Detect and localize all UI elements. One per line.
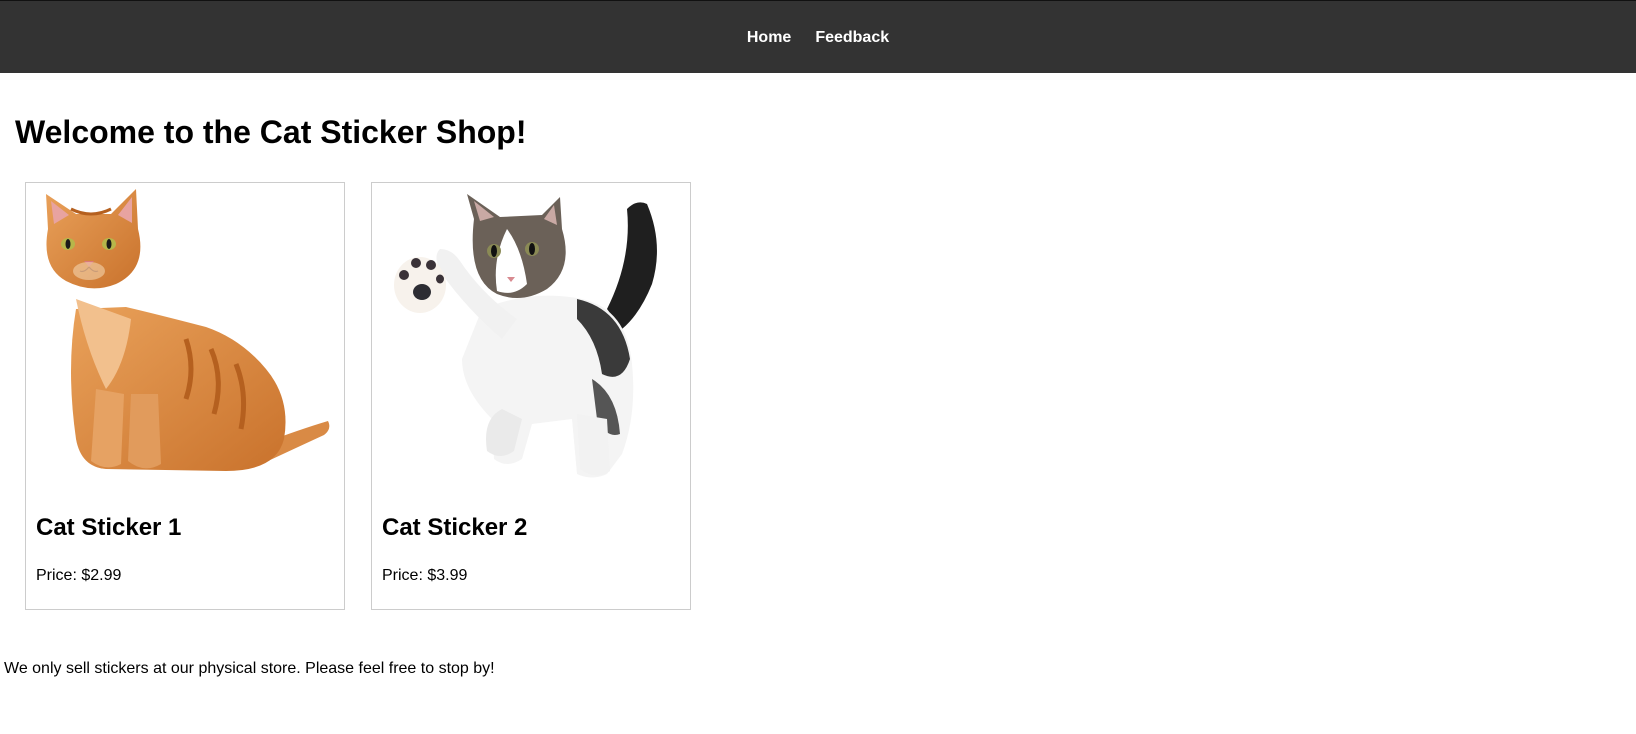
nav-link-feedback[interactable]: Feedback — [815, 28, 889, 48]
orange-tabby-cat-image — [46, 189, 330, 471]
product-card: Cat Sticker 2 Price: $3.99 — [371, 182, 691, 610]
product-card: Cat Sticker 1 Price: $2.99 — [25, 182, 345, 610]
product-name: Cat Sticker 2 — [382, 514, 528, 541]
store-notice: We only sell stickers at our physical st… — [4, 660, 495, 677]
product-price: Price: $2.99 — [36, 567, 122, 584]
nav-links: Home Feedback — [0, 28, 1636, 48]
product-name: Cat Sticker 1 — [36, 514, 182, 541]
nav-link-home[interactable]: Home — [747, 28, 791, 48]
kitten-raising-paw-image — [394, 194, 657, 478]
page-title: Welcome to the Cat Sticker Shop! — [15, 114, 527, 150]
product-price: Price: $3.99 — [382, 567, 468, 584]
top-navigation-bar: Home Feedback — [0, 0, 1636, 73]
